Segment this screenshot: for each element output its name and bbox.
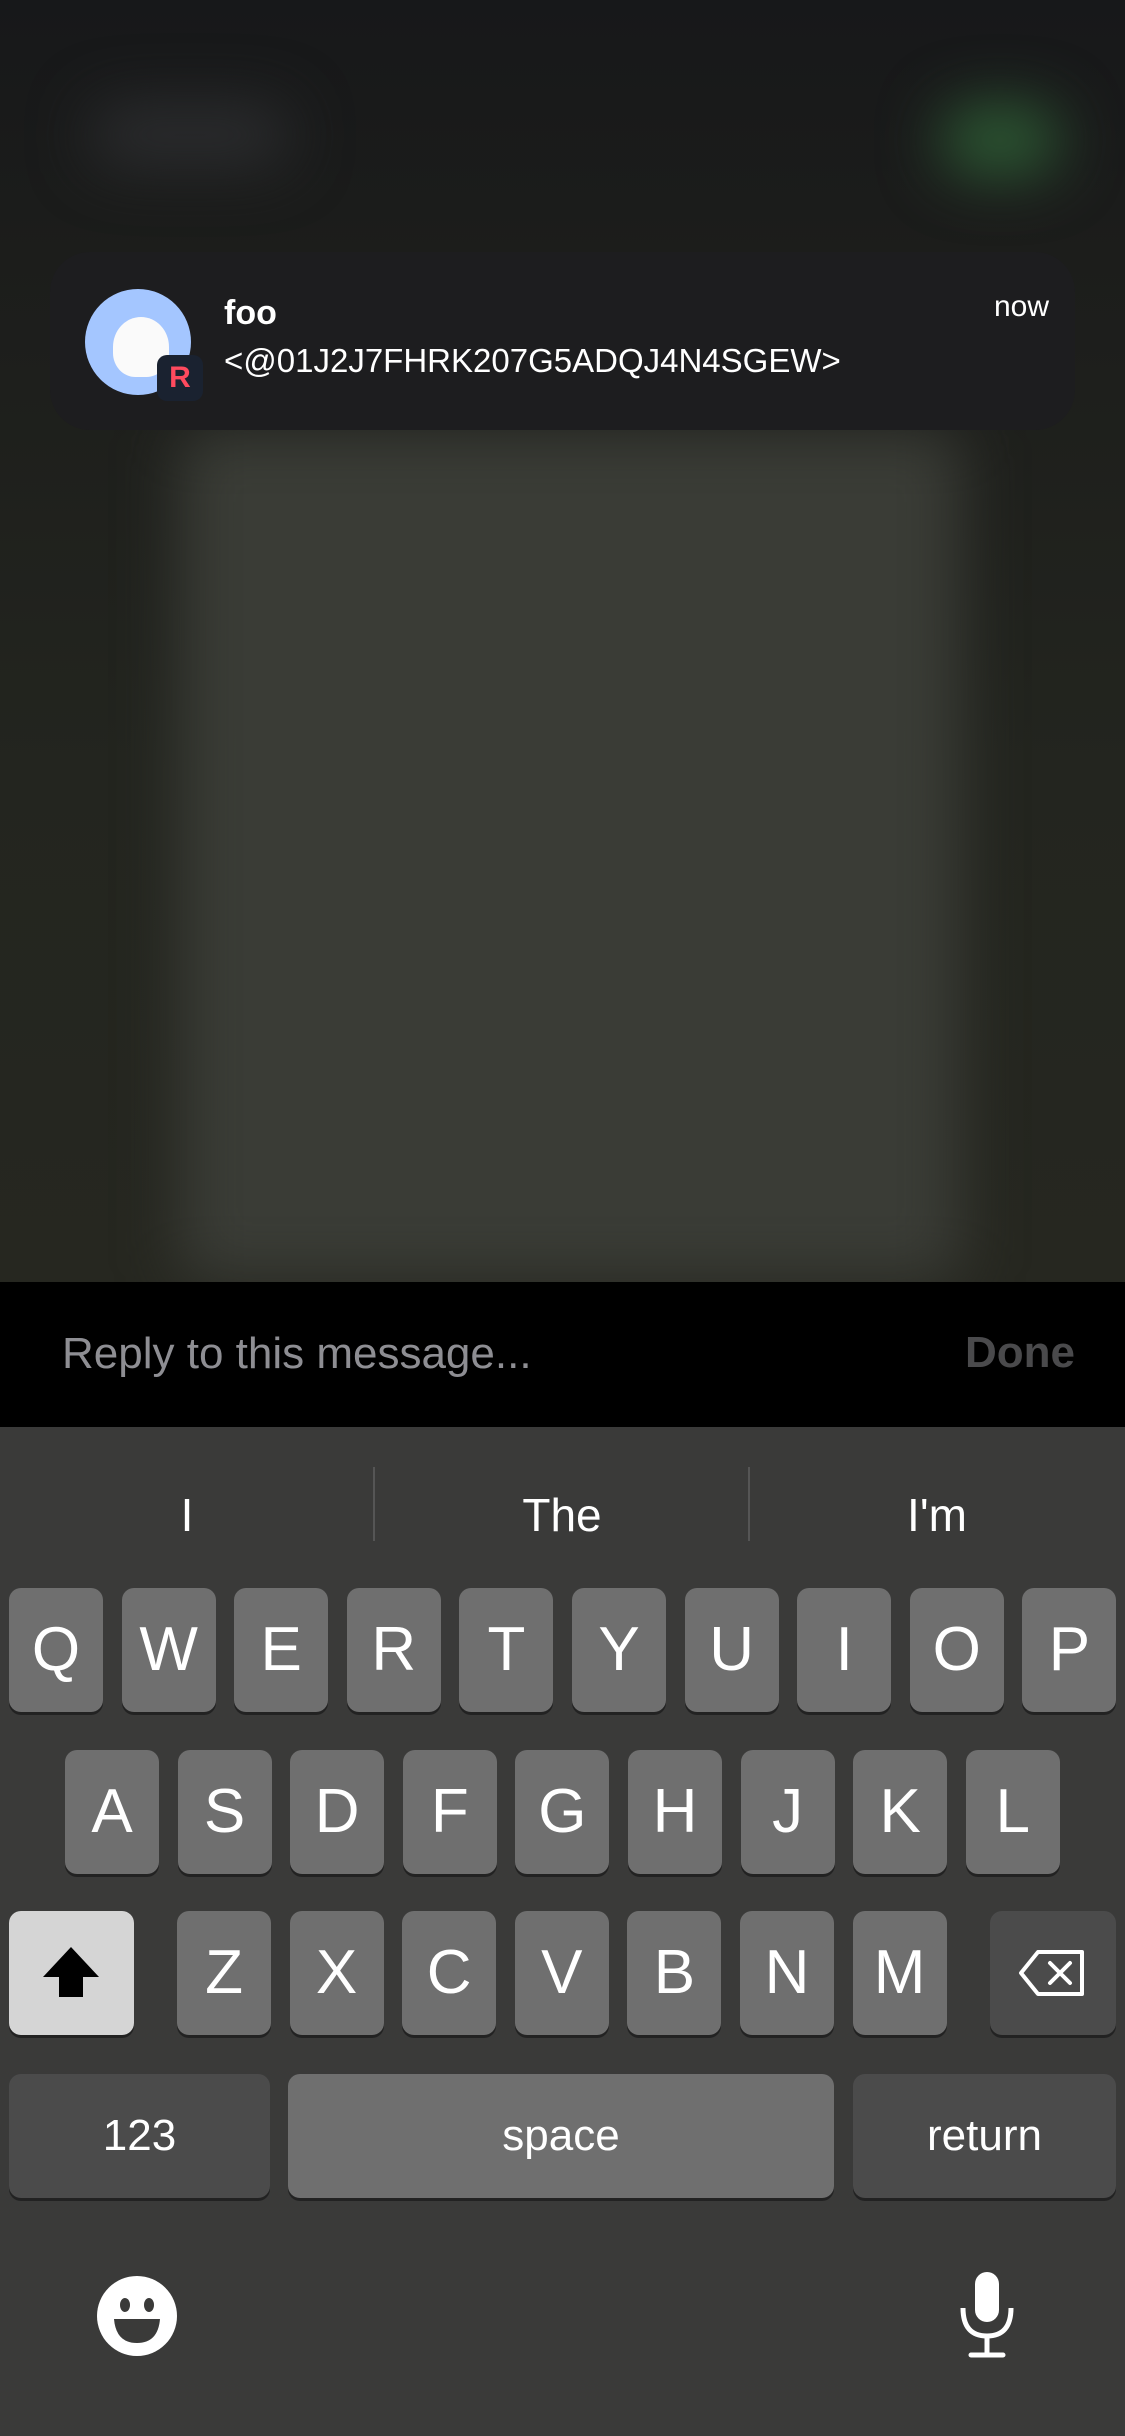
key-f[interactable]: F [402, 1750, 497, 1874]
key-a[interactable]: A [65, 1750, 159, 1874]
key-q[interactable]: Q [9, 1588, 103, 1712]
key-g[interactable]: G [515, 1750, 610, 1874]
backspace-icon [1019, 1950, 1084, 1996]
app-badge-icon: R [157, 355, 203, 401]
key-e[interactable]: E [234, 1588, 329, 1712]
key-u[interactable]: U [684, 1588, 779, 1712]
notification-body: <@01J2J7FHRK207G5ADQJ4N4SGEW> [224, 342, 841, 379]
key-y[interactable]: Y [572, 1588, 666, 1712]
notification-banner[interactable] [50, 252, 1075, 430]
key-h[interactable]: H [628, 1750, 722, 1874]
keyboard: I The I'm 123 space return QWERTYUIOPASD… [0, 1427, 1125, 2436]
done-button[interactable]: Done [965, 1328, 1075, 1378]
return-key[interactable]: return [853, 2074, 1116, 2198]
delete-key[interactable] [990, 1911, 1116, 2035]
notification-title: foo [224, 294, 277, 332]
key-z[interactable]: Z [177, 1911, 271, 2035]
key-w[interactable]: W [121, 1588, 216, 1712]
microphone-icon[interactable] [957, 2270, 1017, 2360]
suggestion-1[interactable]: I [0, 1477, 374, 1554]
key-i[interactable]: I [797, 1588, 892, 1712]
key-l[interactable]: L [965, 1750, 1060, 1874]
key-j[interactable]: J [740, 1750, 835, 1874]
notification-time: now [993, 290, 1049, 323]
key-m[interactable]: M [852, 1911, 947, 2035]
numbers-key[interactable]: 123 [9, 2074, 270, 2198]
key-s[interactable]: S [177, 1750, 272, 1874]
reply-bar: Done [0, 1282, 1125, 1427]
emoji-icon[interactable] [96, 2275, 178, 2357]
key-r[interactable]: R [346, 1588, 441, 1712]
shift-arrow-icon [43, 1947, 99, 1997]
key-p[interactable]: P [1022, 1588, 1117, 1712]
key-k[interactable]: K [853, 1750, 948, 1874]
key-x[interactable]: X [289, 1911, 384, 2035]
key-t[interactable]: T [459, 1588, 554, 1712]
key-v[interactable]: V [514, 1911, 609, 2035]
suggestion-3[interactable]: I'm [750, 1477, 1124, 1554]
space-key[interactable]: space [288, 2074, 834, 2198]
blurred-background [0, 0, 1125, 1282]
key-b[interactable]: B [627, 1911, 722, 2035]
suggestion-2[interactable]: The [375, 1477, 749, 1554]
key-o[interactable]: O [909, 1588, 1004, 1712]
shift-key[interactable] [9, 1911, 134, 2035]
key-n[interactable]: N [740, 1911, 834, 2035]
key-c[interactable]: C [402, 1911, 497, 2035]
reply-input[interactable] [62, 1322, 862, 1386]
key-d[interactable]: D [290, 1750, 385, 1874]
